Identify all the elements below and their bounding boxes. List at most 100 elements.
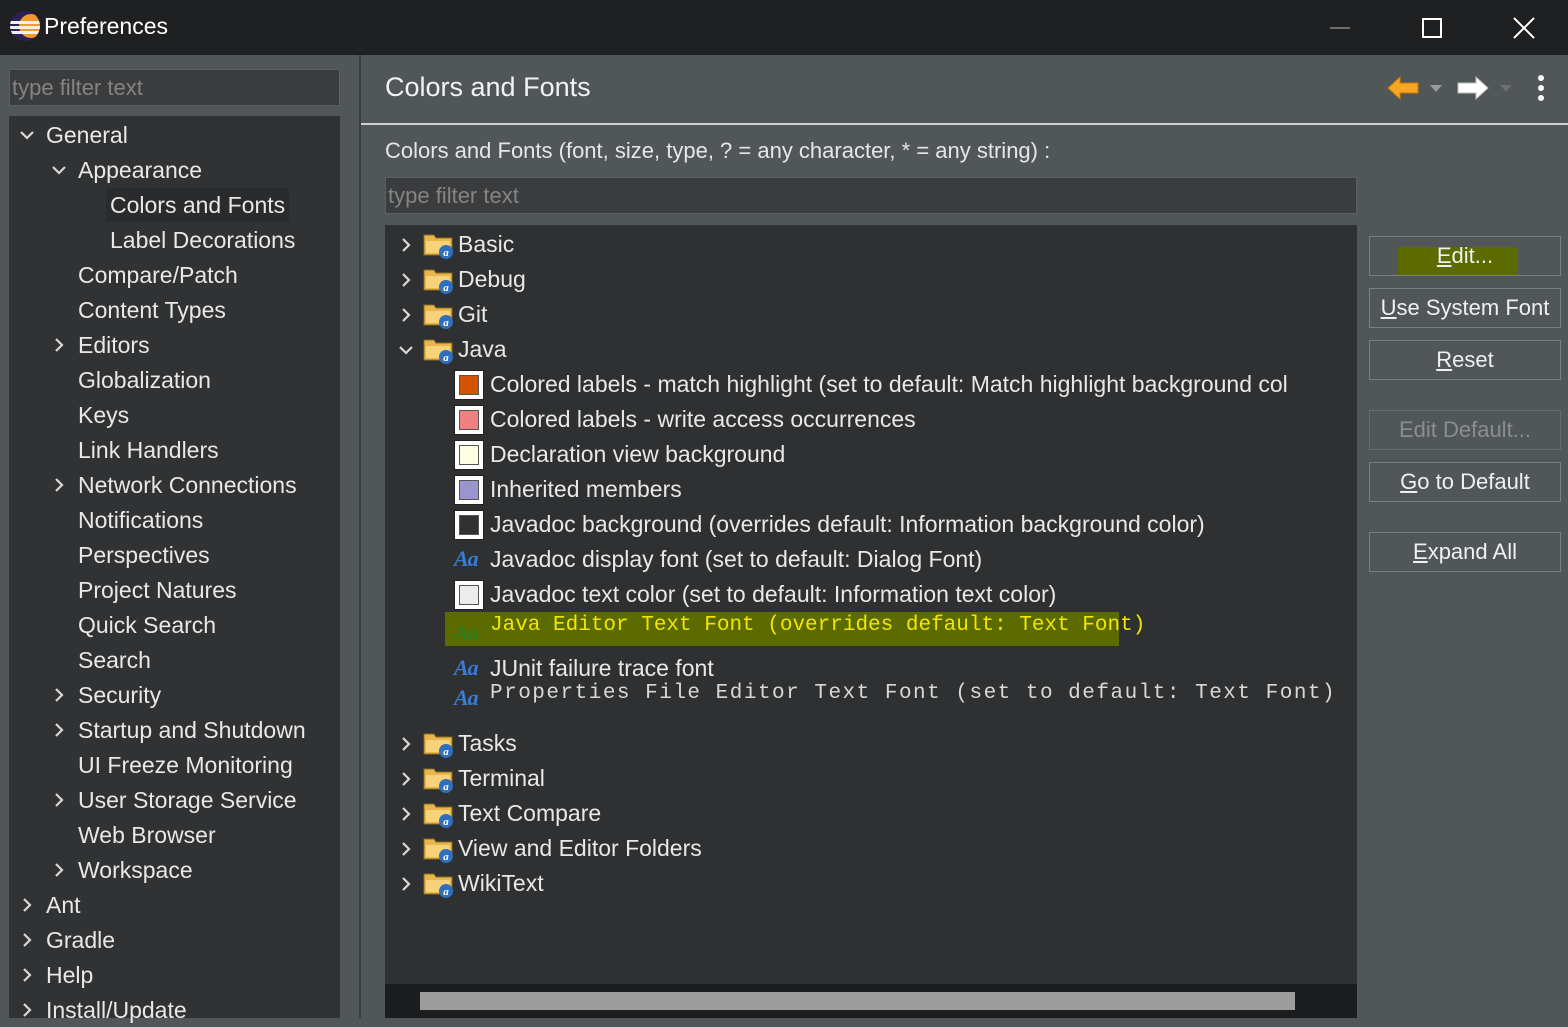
nav-item-keys[interactable]: Keys bbox=[78, 398, 129, 432]
close-button[interactable] bbox=[1478, 0, 1568, 55]
collapsed-chevron-icon[interactable] bbox=[395, 796, 417, 831]
theme-entry[interactable]: Javadoc background (overrides default: I… bbox=[490, 507, 1205, 542]
collapsed-chevron-icon[interactable] bbox=[16, 993, 38, 1027]
font-definition-icon: Aa bbox=[454, 620, 479, 645]
chevron-right-icon bbox=[23, 968, 32, 982]
theme-entry[interactable]: Inherited members bbox=[490, 472, 682, 507]
collapsed-chevron-icon[interactable] bbox=[395, 297, 417, 332]
nav-item-user-storage-service[interactable]: User Storage Service bbox=[78, 783, 297, 817]
colors-fonts-tree[interactable]: a Basic a Debug a Git a Java Colored labels - ma… bbox=[385, 225, 1357, 1018]
collapsed-chevron-icon[interactable] bbox=[395, 227, 417, 262]
horizontal-scrollbar-thumb[interactable] bbox=[420, 992, 1295, 1010]
category-tasks[interactable]: Tasks bbox=[458, 726, 517, 761]
preferences-filter-input[interactable] bbox=[10, 70, 339, 105]
collapsed-chevron-icon[interactable] bbox=[48, 783, 70, 817]
nav-item-appearance[interactable]: Appearance bbox=[78, 153, 202, 187]
nav-item-compare-patch[interactable]: Compare/Patch bbox=[78, 258, 238, 292]
collapsed-chevron-icon[interactable] bbox=[48, 678, 70, 712]
svg-text:a: a bbox=[443, 886, 449, 898]
category-terminal[interactable]: Terminal bbox=[458, 761, 545, 796]
color-swatch bbox=[454, 440, 484, 470]
collapsed-chevron-icon[interactable] bbox=[48, 713, 70, 747]
go-to-default-button[interactable]: Go to Default bbox=[1369, 462, 1561, 502]
collapsed-chevron-icon[interactable] bbox=[16, 888, 38, 922]
chevron-right-icon bbox=[402, 307, 411, 322]
reset-mnemonic: R bbox=[1436, 347, 1453, 372]
theme-entry-selected[interactable]: Java Editor Text Font (overrides default… bbox=[490, 608, 1145, 643]
expanded-chevron-icon[interactable] bbox=[16, 118, 38, 152]
theme-entry[interactable]: Properties File Editor Text Font (set to… bbox=[490, 676, 1336, 711]
collapsed-chevron-icon[interactable] bbox=[48, 853, 70, 887]
collapsed-chevron-icon[interactable] bbox=[16, 958, 38, 992]
nav-item-perspectives[interactable]: Perspectives bbox=[78, 538, 210, 572]
collapsed-chevron-icon[interactable] bbox=[395, 726, 417, 761]
nav-item-workspace[interactable]: Workspace bbox=[78, 853, 193, 887]
nav-item-editors[interactable]: Editors bbox=[78, 328, 150, 362]
nav-item-globalization[interactable]: Globalization bbox=[78, 363, 211, 397]
edit-button[interactable]: Edit... bbox=[1369, 236, 1561, 276]
category-git[interactable]: Git bbox=[458, 297, 487, 332]
collapsed-chevron-icon[interactable] bbox=[395, 262, 417, 297]
nav-item-network-connections[interactable]: Network Connections bbox=[78, 468, 297, 502]
forward-history-dropdown-icon[interactable] bbox=[1497, 80, 1515, 96]
view-menu-icon[interactable] bbox=[1530, 72, 1552, 104]
category-view-and-editor-folders[interactable]: View and Editor Folders bbox=[458, 831, 702, 866]
category-java[interactable]: Java bbox=[458, 332, 507, 367]
theme-entry[interactable]: Colored labels - write access occurrence… bbox=[490, 402, 916, 437]
nav-item-notifications[interactable]: Notifications bbox=[78, 503, 203, 537]
nav-item-startup-and-shutdown[interactable]: Startup and Shutdown bbox=[78, 713, 306, 747]
forward-arrow-icon[interactable] bbox=[1456, 74, 1490, 102]
nav-item-help[interactable]: Help bbox=[46, 958, 93, 992]
expanded-chevron-icon[interactable] bbox=[48, 153, 70, 187]
back-arrow-icon[interactable] bbox=[1386, 74, 1420, 102]
pane-divider[interactable] bbox=[359, 55, 361, 1018]
theme-entry[interactable]: Colored labels - match highlight (set to… bbox=[490, 367, 1288, 402]
nav-item-gradle[interactable]: Gradle bbox=[46, 923, 115, 957]
preferences-nav-tree[interactable]: General Appearance Colors and Fonts Label D… bbox=[9, 116, 340, 1023]
svg-text:a: a bbox=[443, 352, 449, 364]
collapsed-chevron-icon[interactable] bbox=[395, 831, 417, 866]
colors-fonts-filter-input[interactable] bbox=[386, 178, 1356, 213]
chevron-right-icon bbox=[402, 272, 411, 287]
window-title: Preferences bbox=[44, 13, 169, 39]
nav-item-general[interactable]: General bbox=[46, 118, 128, 152]
colors-fonts-filter-field[interactable] bbox=[385, 177, 1357, 214]
category-debug[interactable]: Debug bbox=[458, 262, 526, 297]
category-text-compare[interactable]: Text Compare bbox=[458, 796, 601, 831]
edit-button-label: dit... bbox=[1451, 243, 1494, 268]
nav-item-colors-and-fonts[interactable]: Colors and Fonts bbox=[106, 188, 290, 222]
theme-entry[interactable]: Javadoc text color (set to default: Info… bbox=[490, 577, 1056, 612]
category-wikitext[interactable]: WikiText bbox=[458, 866, 544, 901]
collapsed-chevron-icon[interactable] bbox=[16, 923, 38, 957]
nav-item-link-handlers[interactable]: Link Handlers bbox=[78, 433, 219, 467]
svg-text:a: a bbox=[443, 282, 449, 294]
nav-item-quick-search[interactable]: Quick Search bbox=[78, 608, 216, 642]
collapsed-chevron-icon[interactable] bbox=[48, 468, 70, 502]
nav-item-install-update[interactable]: Install/Update bbox=[46, 993, 187, 1027]
collapsed-chevron-icon[interactable] bbox=[48, 328, 70, 362]
chevron-right-icon bbox=[402, 876, 411, 891]
collapsed-chevron-icon[interactable] bbox=[395, 761, 417, 796]
expanded-chevron-icon[interactable] bbox=[395, 332, 417, 367]
chevron-right-icon bbox=[402, 841, 411, 856]
back-history-dropdown-icon[interactable] bbox=[1427, 80, 1445, 96]
edit-default-button[interactable]: Edit Default... bbox=[1369, 410, 1561, 450]
theme-entry[interactable]: Declaration view background bbox=[490, 437, 785, 472]
category-basic[interactable]: Basic bbox=[458, 227, 514, 262]
nav-item-security[interactable]: Security bbox=[78, 678, 161, 712]
nav-item-search[interactable]: Search bbox=[78, 643, 151, 677]
preferences-filter-field[interactable] bbox=[9, 69, 340, 106]
nav-item-web-browser[interactable]: Web Browser bbox=[78, 818, 216, 852]
nav-item-ant[interactable]: Ant bbox=[46, 888, 81, 922]
nav-item-label-decorations[interactable]: Label Decorations bbox=[110, 223, 295, 257]
nav-item-ui-freeze-monitoring[interactable]: UI Freeze Monitoring bbox=[78, 748, 293, 782]
collapsed-chevron-icon[interactable] bbox=[395, 866, 417, 901]
expand-all-button[interactable]: Expand All bbox=[1369, 532, 1561, 572]
reset-button[interactable]: Reset bbox=[1369, 340, 1561, 380]
nav-item-project-natures[interactable]: Project Natures bbox=[78, 573, 237, 607]
use-system-font-button[interactable]: Use System Font bbox=[1369, 288, 1561, 328]
maximize-button[interactable] bbox=[1386, 0, 1478, 55]
theme-entry[interactable]: Javadoc display font (set to default: Di… bbox=[490, 542, 982, 577]
minimize-button[interactable] bbox=[1294, 0, 1386, 55]
nav-item-content-types[interactable]: Content Types bbox=[78, 293, 226, 327]
